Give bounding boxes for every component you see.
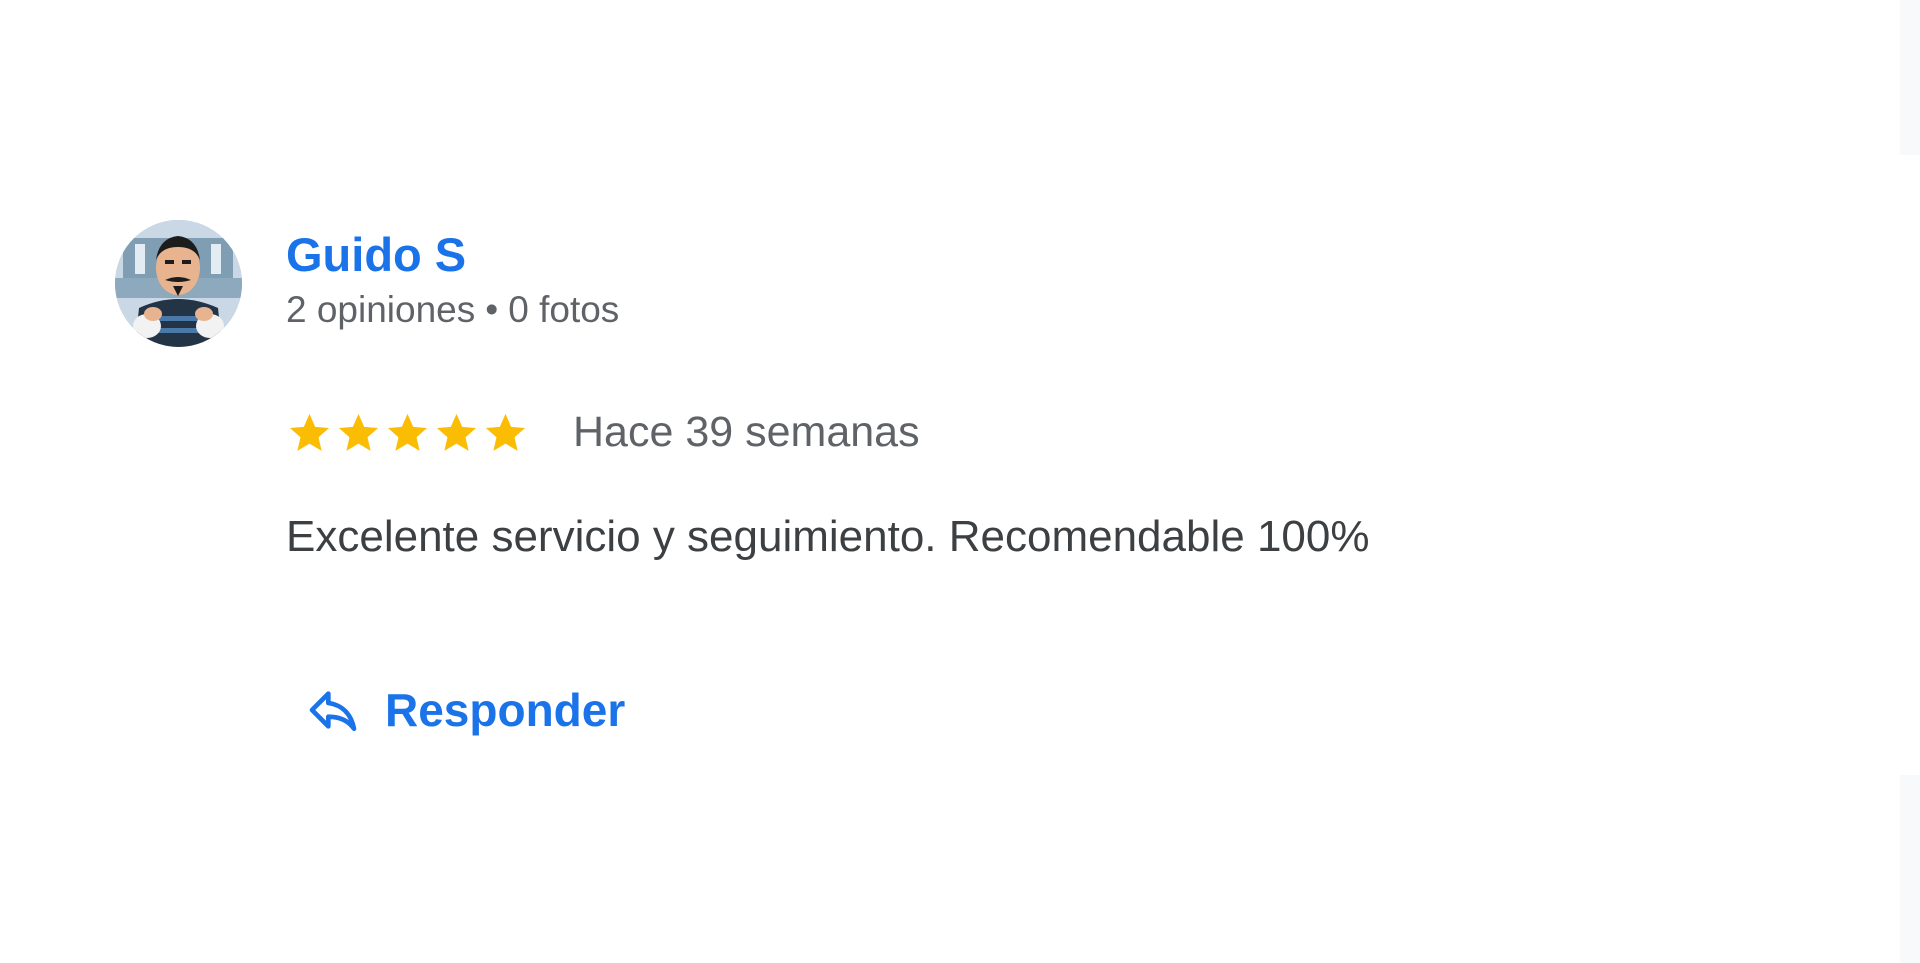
reviews-count: 2 opiniones [286,289,476,330]
author-info: Guido S 2 opiniones • 0 fotos [286,228,619,332]
reply-label: Responder [385,684,626,736]
reply-icon [309,691,357,731]
rating-row: Hace 39 semanas [286,407,920,457]
scrollbar-track-bottom [1900,775,1920,963]
scrollbar-track-top [1900,0,1920,155]
photos-count: 0 fotos [508,289,620,330]
star-icon [436,413,477,451]
review-page: Guido S 2 opiniones • 0 fotos Hace 39 sema… [0,0,1920,963]
author-meta: 2 opiniones • 0 fotos [286,288,619,332]
author-name-link[interactable]: Guido S [286,228,619,282]
meta-separator: • [485,289,499,330]
star-icon [289,413,330,451]
author-avatar[interactable] [115,220,242,347]
star-rating [286,409,529,456]
star-icon [338,413,379,451]
avatar-illustration-icon [115,220,242,347]
star-icon [485,413,526,451]
star-icon [387,413,428,451]
review-date: Hace 39 semanas [573,408,920,456]
review-text: Excelente servicio y seguimiento. Recome… [286,512,1370,561]
reply-button[interactable]: Responder [305,674,645,746]
